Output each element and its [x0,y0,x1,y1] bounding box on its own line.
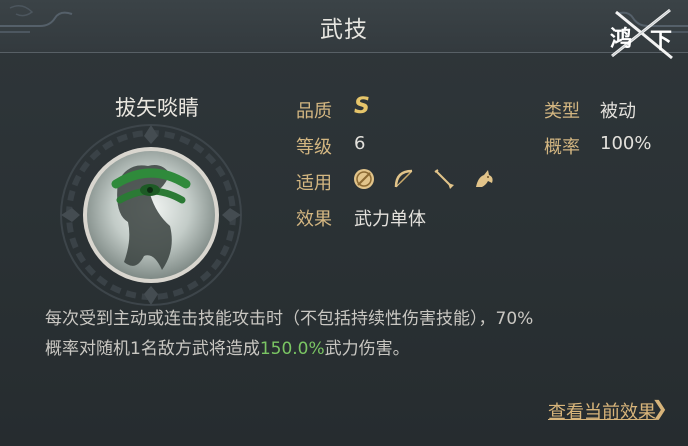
damage-ratio: 150.0% [259,339,325,359]
level-label: 等级 [296,137,332,158]
level-value: 6 [354,133,366,154]
description-line-2: 概率对随机1名敌方武将造成150.0%武力伤害。 [45,334,655,364]
game-logo: 鸿 下 [610,8,673,60]
svg-text:下: 下 [650,28,672,54]
chevron-right-icon[interactable]: ❯ [651,396,668,420]
rate-value: 100% [600,133,652,154]
horse-icon [476,170,493,187]
effect-value: 武力单体 [354,209,426,230]
header-bar: 武技 [0,0,688,53]
bow-icon [394,169,413,188]
skill-name: 拔矢啖睛 [115,96,199,120]
skill-panel: 武技 鸿 下 拔矢啖睛 品质 S 等级 6 适用 效果 武力单体 类型 被动 概… [0,0,688,446]
rate-label: 概率 [544,137,580,158]
quality-label: 品质 [296,101,332,122]
skill-emblem [60,124,242,306]
description-line-1: 每次受到主动或连击技能攻击时（不包括持续性伤害技能），70% [45,309,534,329]
view-current-effect-link[interactable]: 查看当前效果 [548,398,656,424]
svg-text:鸿: 鸿 [610,26,632,52]
description-text-end: 武力伤害。 [324,339,410,359]
panel-title: 武技 [320,17,368,43]
effect-label: 效果 [296,209,332,230]
skill-description: 每次受到主动或连击技能攻击时（不包括持续性伤害技能），70% 概率对随机1名敌方… [45,304,655,364]
applies-label: 适用 [296,173,332,194]
quality-value: S [354,94,370,119]
type-label: 类型 [544,101,580,122]
spear-icon [434,169,454,189]
shield-icon [354,169,374,189]
type-value: 被动 [600,101,636,122]
description-text: 概率对随机1名敌方武将造成 [45,339,260,359]
